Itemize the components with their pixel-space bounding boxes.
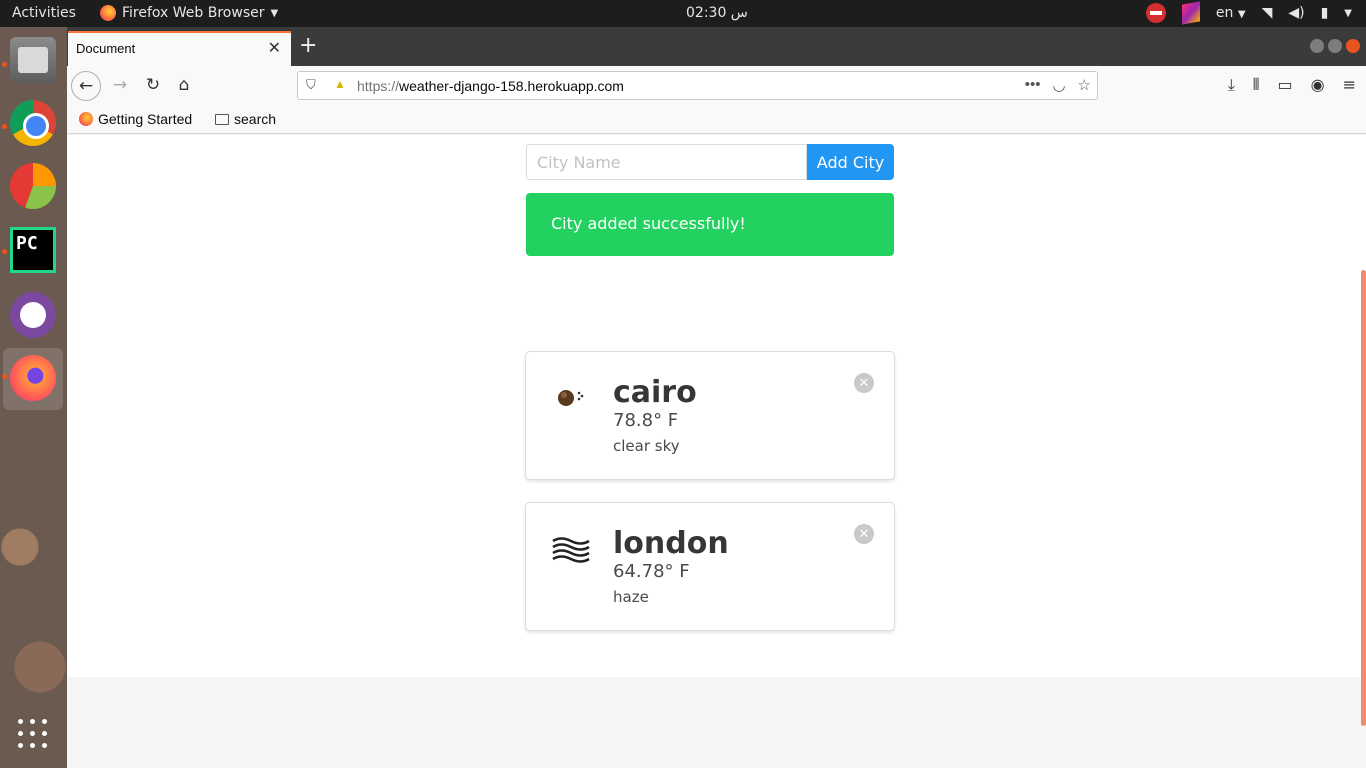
running-indicator: [2, 249, 7, 254]
pocket-icon[interactable]: ◡: [1052, 76, 1065, 94]
scrollbar-thumb[interactable]: [1361, 270, 1366, 726]
url-text[interactable]: https://weather-django-158.herokuapp.com: [357, 78, 624, 94]
new-tab-button[interactable]: +: [299, 33, 317, 58]
haze-icon: [552, 537, 590, 563]
bookmark-getting-started[interactable]: Getting Started: [79, 111, 192, 127]
temperature: 78.8° F: [613, 410, 679, 431]
weather-card: cairo 78.8° F clear sky ✕: [525, 351, 895, 480]
url-scheme: https://: [357, 78, 400, 94]
window-controls: [1310, 39, 1360, 53]
app-grid-icon[interactable]: [18, 719, 48, 749]
back-button[interactable]: ←: [71, 71, 101, 101]
close-icon[interactable]: ✕: [268, 38, 281, 57]
insecure-lock-icon[interactable]: ▲: [334, 77, 346, 91]
library-icon[interactable]: ⫴: [1253, 75, 1260, 95]
page-actions-icon[interactable]: •••: [1025, 76, 1041, 94]
browser-window: Document ✕ + ← → ↻ ⌂ ⛉ ▲ https://weather…: [67, 27, 1366, 768]
bookmark-label: search: [234, 111, 277, 127]
weather-card: london 64.78° F haze ✕: [525, 502, 895, 631]
tab-document[interactable]: Document ✕: [68, 31, 291, 66]
language-label: en: [1215, 5, 1234, 21]
volume-icon[interactable]: ◀): [1288, 5, 1304, 21]
page-content: Add City City added successfully! cairo …: [67, 135, 1366, 768]
firefox-icon: [100, 5, 116, 21]
menu-icon[interactable]: ≡: [1343, 75, 1356, 95]
delete-city-button[interactable]: ✕: [854, 373, 874, 393]
battery-icon[interactable]: ▮: [1321, 5, 1329, 21]
temperature: 64.78° F: [613, 561, 690, 582]
bookmark-search-folder[interactable]: search: [215, 111, 276, 127]
cube-app-icon[interactable]: [1181, 1, 1200, 25]
maximize-button[interactable]: [1328, 39, 1342, 53]
clear-sky-icon: [558, 390, 584, 406]
shield-icon[interactable]: ⛉: [306, 77, 316, 93]
bookmarks-toolbar: Getting Started search: [67, 104, 1366, 134]
minimize-button[interactable]: [1310, 39, 1324, 53]
chevron-down-icon: ▼: [1237, 9, 1246, 20]
system-tray: en ▼ ◥ ◀) ▮ ▼: [1145, 1, 1352, 25]
add-city-form: Add City: [526, 144, 894, 180]
city-name: london: [613, 526, 729, 561]
forward-button[interactable]: →: [105, 71, 135, 101]
activities-button[interactable]: Activities: [12, 5, 76, 21]
files-icon[interactable]: [10, 37, 56, 83]
success-notification: City added successfully!: [526, 193, 894, 256]
bookmark-star-icon[interactable]: ☆: [1078, 76, 1091, 94]
delete-city-button[interactable]: ✕: [854, 524, 874, 544]
app-menu-label: Firefox Web Browser: [122, 5, 265, 21]
home-button[interactable]: ⌂: [169, 71, 199, 101]
running-indicator: [2, 124, 7, 129]
url-bar[interactable]: ⛉ ▲ https://weather-django-158.herokuapp…: [297, 71, 1098, 100]
firefox-icon[interactable]: [10, 355, 56, 401]
sidebar-icon[interactable]: ▭: [1278, 75, 1293, 95]
url-actions: ••• ◡ ☆: [1025, 76, 1091, 94]
no-entry-icon[interactable]: [1145, 3, 1166, 23]
chrome-icon[interactable]: [10, 100, 56, 146]
running-indicator: [2, 374, 7, 379]
window-close-button[interactable]: [1346, 39, 1360, 53]
chevron-down-icon: ▼: [270, 7, 279, 19]
city-name: cairo: [613, 375, 697, 410]
toolbar-right: ⤓ ⫴ ▭ ◉ ≡: [1228, 75, 1356, 95]
url-host: weather-django-158.herokuapp.com: [399, 78, 624, 94]
download-icon[interactable]: ⤓: [1228, 75, 1235, 95]
weather-description: haze: [613, 588, 649, 606]
folder-icon: [215, 113, 229, 125]
account-icon[interactable]: ◉: [1311, 75, 1325, 95]
firefox-icon: [79, 112, 93, 126]
clock[interactable]: 02:30 س: [686, 5, 748, 21]
pycharm-icon[interactable]: PC: [10, 227, 56, 273]
dock: PC: [0, 27, 67, 768]
system-top-bar: Activities Firefox Web Browser ▼ 02:30 س…: [0, 0, 1366, 27]
scrollbar[interactable]: [1361, 135, 1366, 768]
pie-app-icon[interactable]: [10, 163, 56, 209]
wifi-icon[interactable]: ◥: [1262, 5, 1273, 21]
add-city-button[interactable]: Add City: [807, 144, 894, 180]
bookmark-label: Getting Started: [98, 111, 193, 127]
city-name-input[interactable]: [526, 144, 807, 180]
running-indicator: [2, 62, 7, 67]
language-selector[interactable]: en ▼: [1216, 5, 1246, 21]
chevron-down-icon[interactable]: ▼: [1344, 8, 1352, 19]
github-icon[interactable]: [10, 292, 56, 338]
tab-bar: Document ✕ +: [67, 27, 1366, 66]
app-menu[interactable]: Firefox Web Browser ▼: [100, 5, 278, 21]
navigation-toolbar: ← → ↻ ⌂ ⛉ ▲ https://weather-django-158.h…: [67, 66, 1366, 104]
reload-button[interactable]: ↻: [138, 71, 168, 101]
tab-title: Document: [76, 41, 136, 56]
weather-description: clear sky: [613, 437, 680, 455]
